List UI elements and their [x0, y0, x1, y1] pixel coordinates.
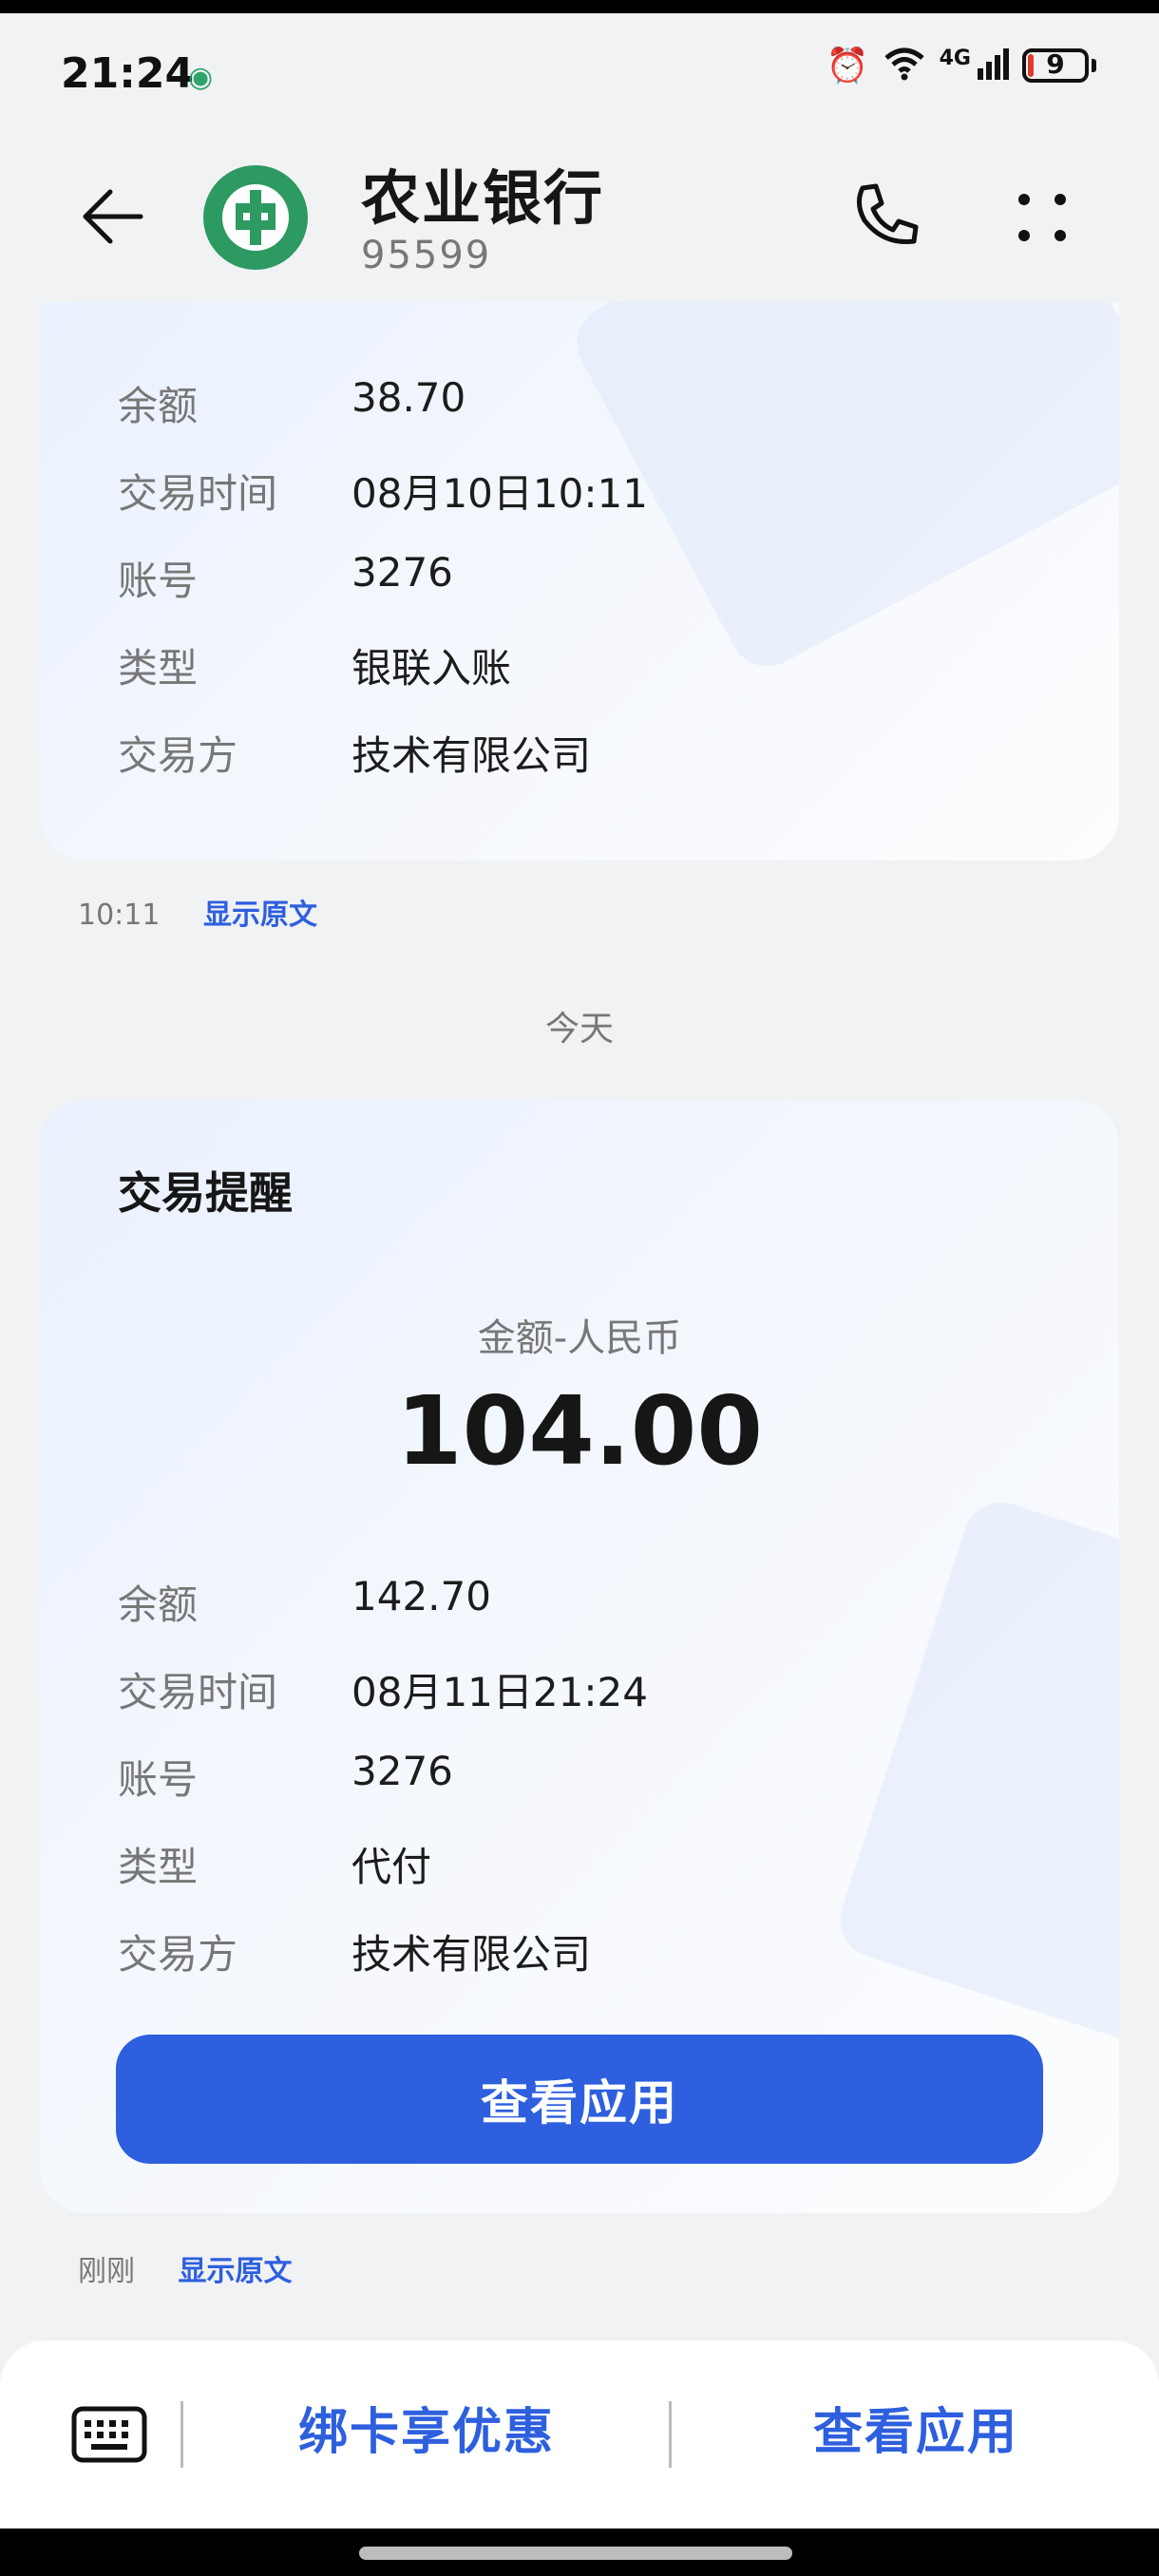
detail-row-counterparty: 交易方 技术有限公司	[118, 724, 591, 782]
divider	[180, 2401, 183, 2468]
detail-row-time: 交易时间 08月10日10:11	[118, 462, 648, 520]
detail-label: 类型	[118, 645, 199, 691]
detail-value: 技术有限公司	[352, 1931, 592, 1978]
detail-value: 3276	[352, 1748, 453, 1794]
detail-row-counterparty: 交易方 技术有限公司	[118, 1923, 591, 1980]
detail-value: 38.70	[352, 374, 466, 421]
transaction-card: 交易提醒 金额-人民币 104.00 余额 142.70 交易时间 08月11日…	[40, 1100, 1119, 2213]
signal-icon	[977, 47, 1009, 84]
detail-row-account: 账号 3276	[118, 1748, 453, 1806]
date-divider: 今天	[544, 1010, 614, 1049]
detail-value: 技术有限公司	[352, 732, 592, 779]
amount-label: 金额-人民币	[477, 1316, 682, 1360]
detail-value: 银联入账	[352, 645, 512, 691]
detail-value: 142.70	[352, 1573, 491, 1619]
battery-icon: 9	[1022, 48, 1096, 83]
keyboard-toggle-button[interactable]	[68, 2394, 150, 2475]
detail-value: 08月11日21:24	[352, 1669, 648, 1715]
keyboard-icon	[71, 2406, 147, 2463]
sender-number: 95599	[361, 234, 492, 277]
detail-row-time: 交易时间 08月11日21:24	[118, 1660, 648, 1718]
amount-value: 104.00	[396, 1375, 763, 1487]
alarm-icon: ⏰	[826, 47, 869, 85]
detail-label: 余额	[118, 1582, 199, 1628]
message-time: 刚刚	[78, 2255, 135, 2288]
divider	[669, 2401, 672, 2468]
bottom-menu-bar: 绑卡享优惠 查看应用	[0, 2340, 1159, 2529]
call-button[interactable]	[846, 175, 927, 256]
status-time: 21:24	[61, 49, 195, 98]
message-time: 10:11	[78, 899, 161, 932]
abc-logo	[203, 165, 308, 270]
card-title: 交易提醒	[118, 1167, 293, 1219]
more-options-button[interactable]	[1009, 184, 1075, 251]
view-app-menu-button[interactable]: 查看应用	[813, 2392, 1018, 2463]
detail-label: 账号	[118, 558, 199, 604]
home-indicator[interactable]	[359, 2547, 792, 2560]
back-button[interactable]	[78, 180, 150, 253]
detail-value: 08月10日10:11	[352, 470, 648, 517]
detail-row-type: 类型 银联入账	[118, 636, 511, 694]
view-app-button[interactable]: 查看应用	[116, 2035, 1043, 2164]
wifi-icon	[883, 47, 926, 85]
detail-label: 余额	[118, 383, 199, 429]
show-original-link[interactable]: 显示原文	[179, 2255, 293, 2288]
detail-value: 代付	[352, 1844, 432, 1890]
detail-label: 交易时间	[118, 470, 278, 517]
notification-icon: ◉	[188, 61, 214, 94]
detail-row-balance: 余额 142.70	[118, 1573, 491, 1631]
detail-label: 交易方	[118, 1931, 238, 1978]
status-bar: 21:24 ◉ ⏰ 4G 9	[0, 13, 1159, 127]
top-edge	[0, 0, 1159, 13]
detail-value: 3276	[352, 549, 453, 596]
detail-label: 账号	[118, 1756, 199, 1803]
conversation-header: 农业银行 95599	[0, 127, 1159, 308]
bind-card-offer-button[interactable]: 绑卡享优惠	[298, 2392, 555, 2463]
detail-row-balance: 余额 38.70	[118, 374, 466, 432]
detail-row-account: 账号 3276	[118, 549, 453, 607]
sender-name: 农业银行	[361, 163, 605, 233]
detail-row-type: 类型 代付	[118, 1835, 431, 1893]
battery-level: 9	[1046, 48, 1065, 80]
abc-logo-icon	[236, 190, 276, 245]
detail-label: 交易方	[118, 732, 238, 779]
message-card: 余额 38.70 交易时间 08月10日10:11 账号 3276 类型 银联入…	[40, 302, 1119, 861]
network-type: 4G	[939, 46, 971, 70]
message-meta: 10:11 显示原文	[78, 891, 317, 933]
status-icons: ⏰ 4G 9	[826, 46, 1096, 85]
arrow-left-icon	[83, 189, 143, 244]
detail-label: 交易时间	[118, 1669, 278, 1715]
detail-label: 类型	[118, 1844, 199, 1890]
phone-icon	[857, 183, 919, 245]
message-meta: 刚刚 显示原文	[78, 2247, 293, 2289]
show-original-link[interactable]: 显示原文	[203, 899, 317, 932]
